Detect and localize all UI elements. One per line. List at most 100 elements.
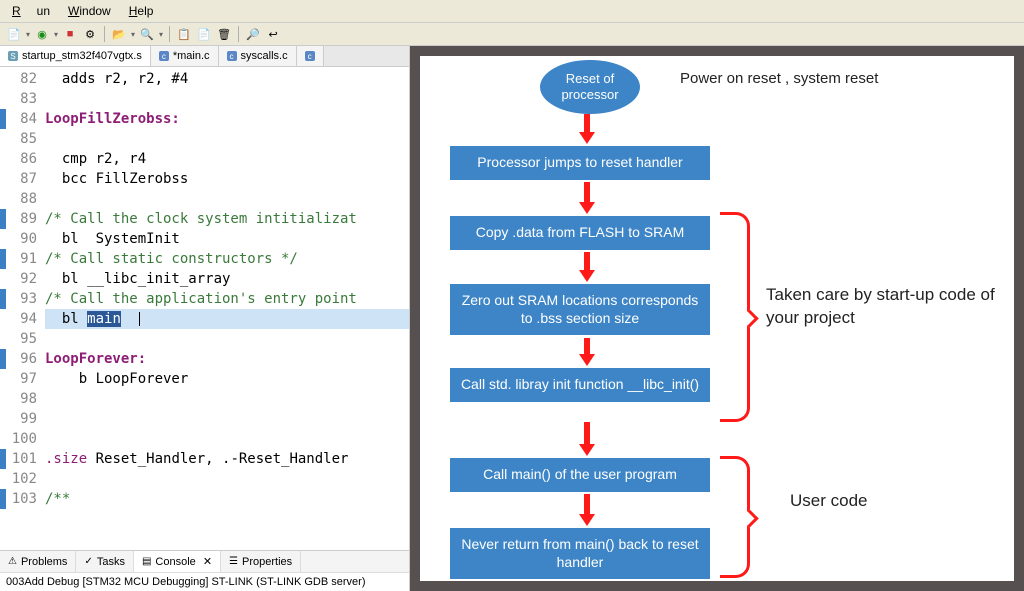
tab-label: syscalls.c [241,50,288,62]
fc-node-b1: Processor jumps to reset handler [450,146,710,180]
arrow-icon [584,338,590,356]
line-number: 102 [0,469,45,489]
tab-console[interactable]: ▤Console ✕ [134,551,221,572]
tb-undo-icon[interactable]: ↩ [265,26,281,42]
code-text: LoopForever: [45,349,409,369]
code-line[interactable]: 83 [0,89,409,109]
tb-find-icon[interactable]: 🔎 [245,26,261,42]
line-number: 96 [0,349,45,369]
code-line[interactable]: 86 cmp r2, r4 [0,149,409,169]
annot-startup: Taken care by start-up code of your proj… [766,284,996,330]
code-line[interactable]: 96LoopForever: [0,349,409,369]
code-line[interactable]: 93/* Call the application's entry point [0,289,409,309]
code-line[interactable]: 82 adds r2, r2, #4 [0,69,409,89]
code-text: cmp r2, r4 [45,149,409,169]
line-number: 97 [0,369,45,389]
code-line[interactable]: 95 [0,329,409,349]
tab-tasks[interactable]: ✓Tasks [76,551,134,572]
code-text [45,469,409,489]
status-line: 003Add Debug [STM32 MCU Debugging] ST-LI… [0,572,409,591]
code-line[interactable]: 87 bcc FillZerobss [0,169,409,189]
code-text [45,129,409,149]
code-line[interactable]: 90 bl SystemInit [0,229,409,249]
code-text: .size Reset_Handler, .-Reset_Handler [45,449,409,469]
code-line[interactable]: 102 [0,469,409,489]
code-text: bl __libc_init_array [45,269,409,289]
fc-node-reset: Reset of processor [540,60,640,114]
tab-main-c[interactable]: c *main.c [151,46,219,66]
code-text: /** [45,489,409,509]
arrow-icon [584,182,590,204]
c-file-icon: c [159,51,169,61]
line-number: 91 [0,249,45,269]
tab-problems[interactable]: ⚠Problems [0,551,76,572]
line-number: 88 [0,189,45,209]
line-number: 89 [0,209,45,229]
arrow-icon [584,422,590,446]
tb-run-icon[interactable]: ◉ [34,26,50,42]
code-area[interactable]: 82 adds r2, r2, #48384LoopFillZerobss:85… [0,67,409,550]
code-line[interactable]: 99 [0,409,409,429]
editor-tabs: S startup_stm32f407vgtx.s c *main.c c sy… [0,46,409,67]
menu-help[interactable]: Help [121,2,162,20]
tb-stop-icon[interactable]: ■ [62,26,78,42]
menu-window[interactable]: Window [60,2,119,20]
tb-gear-icon[interactable]: ⚙ [82,26,98,42]
code-text [45,389,409,409]
menu-run[interactable]: Run [4,2,58,20]
tb-copy-icon[interactable]: 📋 [176,26,192,42]
line-number: 93 [0,289,45,309]
tab-label: startup_stm32f407vgtx.s [22,50,142,62]
line-number: 87 [0,169,45,189]
code-line[interactable]: 103/** [0,489,409,509]
line-number: 103 [0,489,45,509]
code-text [45,189,409,209]
code-text [45,429,409,449]
arrow-icon [584,494,590,516]
tb-folder-icon[interactable]: 📂 [111,26,127,42]
code-line[interactable]: 98 [0,389,409,409]
annot-user: User code [790,490,867,513]
code-text: bcc FillZerobss [45,169,409,189]
fc-node-b4: Call std. libray init function __libc_in… [450,368,710,402]
tab-label: *main.c [173,50,210,62]
line-number: 99 [0,409,45,429]
line-number: 85 [0,129,45,149]
tab-properties[interactable]: ☰Properties [221,551,301,572]
code-line[interactable]: 100 [0,429,409,449]
code-line[interactable]: 89/* Call the clock system intitializat [0,209,409,229]
tb-search-icon[interactable]: 🔍 [139,26,155,42]
line-number: 98 [0,389,45,409]
tb-cut-icon[interactable]: 🗑 [216,26,232,42]
problems-icon: ⚠ [8,556,17,567]
code-line[interactable]: 92 bl __libc_init_array [0,269,409,289]
tb-new-icon[interactable]: 📄 [6,26,22,42]
code-text [45,89,409,109]
brace-startup [720,212,750,422]
tab-syscalls-c[interactable]: c syscalls.c [219,46,297,66]
code-line[interactable]: 84LoopFillZerobss: [0,109,409,129]
code-line[interactable]: 97 b LoopForever [0,369,409,389]
line-number: 94 [0,309,45,329]
editor-pane: S startup_stm32f407vgtx.s c *main.c c sy… [0,46,410,591]
code-text [45,329,409,349]
tab-overflow[interactable]: c [297,46,324,66]
tab-startup-asm[interactable]: S startup_stm32f407vgtx.s [0,46,151,66]
code-line[interactable]: 88 [0,189,409,209]
bottom-panel-tabs: ⚠Problems ✓Tasks ▤Console ✕ ☰Properties [0,550,409,572]
code-text: LoopFillZerobss: [45,109,409,129]
code-text: adds r2, r2, #4 [45,69,409,89]
code-text: bl SystemInit [45,229,409,249]
code-line[interactable]: 94 bl main [0,309,409,329]
tb-paste-icon[interactable]: 📄 [196,26,212,42]
code-line[interactable]: 101.size Reset_Handler, .-Reset_Handler [0,449,409,469]
flowchart-panel: Reset of processor Power on reset , syst… [410,46,1024,591]
code-line[interactable]: 85 [0,129,409,149]
code-text [45,409,409,429]
line-number: 100 [0,429,45,449]
code-text: /* Call the application's entry point [45,289,409,309]
line-number: 83 [0,89,45,109]
fc-node-b5: Call main() of the user program [450,458,710,492]
code-line[interactable]: 91/* Call static constructors */ [0,249,409,269]
code-text: bl main [45,309,409,329]
